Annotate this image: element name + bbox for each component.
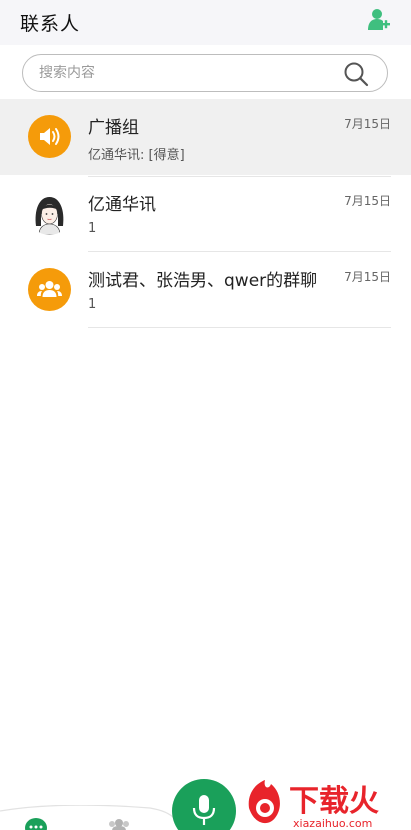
speaker-icon: [28, 115, 71, 158]
conversation-item[interactable]: 测试君、张浩男、qwer的群聊 1 7月15日: [0, 252, 411, 328]
conversation-date: 7月15日: [344, 270, 391, 284]
mic-icon: [192, 795, 216, 825]
conversation-date: 7月15日: [344, 117, 391, 131]
conversation-title: 亿通华讯: [88, 195, 156, 215]
header: 联系人: [0, 0, 411, 45]
divider: [88, 176, 391, 177]
page-title: 联系人: [20, 13, 81, 35]
user-avatar: [28, 192, 71, 235]
conversation-item[interactable]: 亿通华讯 1 7月15日: [0, 176, 411, 252]
group-icon: [28, 268, 71, 311]
conversation-preview: 亿通华讯: [得意]: [88, 148, 185, 163]
conversation-title: 广播组: [88, 118, 139, 138]
conversation-preview: 1: [88, 297, 97, 312]
mic-button[interactable]: [172, 779, 236, 830]
conversation-date: 7月15日: [344, 194, 391, 208]
search-input[interactable]: [39, 63, 329, 83]
contacts-icon[interactable]: [107, 817, 131, 830]
add-contact-icon[interactable]: [368, 8, 390, 32]
watermark-text: 下载火: [289, 784, 379, 819]
chat-icon[interactable]: [25, 818, 47, 830]
search-icon[interactable]: [343, 61, 369, 87]
search-bar[interactable]: [22, 54, 388, 92]
divider: [88, 327, 391, 328]
conversation-item[interactable]: 广播组 亿通华讯: [得意] 7月15日: [0, 99, 411, 175]
conversation-title: 测试君、张浩男、qwer的群聊: [88, 271, 318, 291]
conversation-preview: 1: [88, 221, 97, 236]
watermark-url: xiazaihuo.com: [293, 817, 372, 830]
watermark-logo: 下载火 xiazaihuo.com: [243, 778, 411, 830]
